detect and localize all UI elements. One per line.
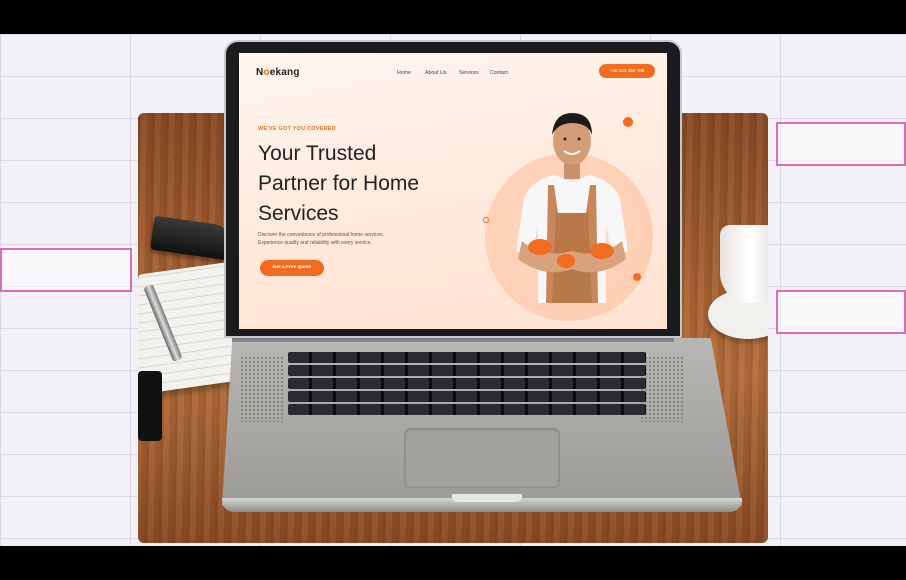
stapler <box>150 215 232 261</box>
coffee-cup <box>720 225 768 303</box>
nav-home[interactable]: Home <box>397 70 411 76</box>
highlight-cell <box>0 248 132 292</box>
speaker-grille-left <box>240 356 284 422</box>
highlight-cell <box>776 290 906 334</box>
laptop-lid: Noekang Home About Us Services Contact +… <box>224 40 682 338</box>
smartphone <box>138 371 162 441</box>
decor-ring <box>483 217 489 223</box>
site-header: Noekang Home About Us Services Contact +… <box>239 53 667 89</box>
laptop-notch <box>452 494 522 502</box>
nav-contact[interactable]: Contact <box>490 70 508 76</box>
nav-services[interactable]: Services <box>459 70 479 76</box>
highlight-cell <box>776 122 906 166</box>
site-logo[interactable]: Noekang <box>256 67 300 78</box>
speaker-grille-right <box>640 356 684 422</box>
website-screen: Noekang Home About Us Services Contact +… <box>239 53 667 329</box>
worker-photo <box>516 113 628 303</box>
get-quote-button[interactable]: Get a Free Quote <box>260 260 324 276</box>
hero-description: Discover the convenience of professional… <box>258 232 385 246</box>
trackpad[interactable] <box>404 428 560 488</box>
phone-button[interactable]: +40 123 456 789 <box>599 64 655 78</box>
hero-eyebrow: WE'VE GOT YOU COVERED <box>258 126 336 132</box>
hero-headline: Your Trusted Partner for Home Services <box>258 142 420 225</box>
nav-about-us[interactable]: About Us <box>425 70 446 76</box>
